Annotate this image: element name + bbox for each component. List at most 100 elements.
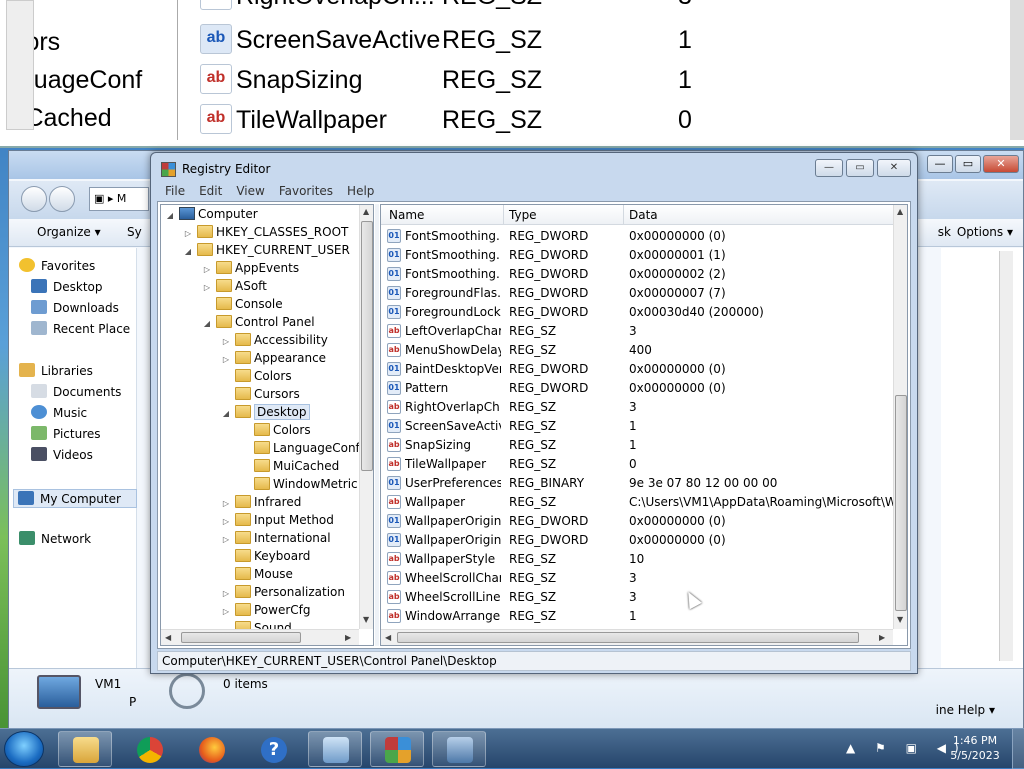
- taskbar-help[interactable]: ?: [246, 731, 300, 767]
- scroll-left-icon[interactable]: ◀: [165, 633, 171, 642]
- taskbar-chrome[interactable]: [122, 731, 176, 767]
- nav-documents[interactable]: Documents: [31, 384, 121, 399]
- nav-desktop[interactable]: Desktop: [31, 279, 103, 294]
- tree-node-input-method[interactable]: ▷ Input Method: [221, 511, 334, 529]
- menu-file[interactable]: File: [165, 181, 185, 201]
- tree-node-muicached[interactable]: MuiCached: [240, 457, 339, 475]
- taskbar-network-tool[interactable]: [432, 731, 486, 767]
- maximize-button[interactable]: ▭: [955, 155, 981, 173]
- value-row[interactable]: 01 PaintDesktopVer... REG_DWORD 0x00000000 …: [381, 360, 893, 379]
- value-row[interactable]: ab MenuShowDelay REG_SZ 400: [381, 341, 893, 360]
- forward-button[interactable]: [49, 186, 75, 212]
- nav-my-computer[interactable]: My Computer: [13, 489, 137, 508]
- taskbar-registry-editor[interactable]: [370, 731, 424, 767]
- tree-node-console[interactable]: Console: [202, 295, 283, 313]
- value-row[interactable]: ab WallpaperStyle REG_SZ 10: [381, 550, 893, 569]
- toolbar-task-button[interactable]: sk: [938, 225, 951, 239]
- column-header-name[interactable]: Name: [389, 208, 424, 222]
- nav-libraries[interactable]: Libraries: [19, 363, 93, 378]
- scrollbar-thumb[interactable]: [397, 632, 859, 643]
- value-row[interactable]: 01 Pattern REG_DWORD 0x00000000 (0): [381, 379, 893, 398]
- collapse-icon[interactable]: ◢: [165, 207, 175, 225]
- tree-node-windowmetrics[interactable]: WindowMetric: [240, 475, 358, 493]
- tree-node-desktop[interactable]: ◢ Desktop: [221, 403, 310, 421]
- scroll-up-icon[interactable]: ▲: [363, 207, 369, 216]
- collapse-icon[interactable]: ◢: [202, 315, 212, 333]
- organize-button[interactable]: Organize ▾: [37, 225, 101, 239]
- taskbar-remote-desktop[interactable]: [308, 731, 362, 767]
- value-row[interactable]: 01 ScreenSaveActive REG_SZ 1: [381, 417, 893, 436]
- value-row[interactable]: 01 UserPreferences... REG_BINARY 9e 3e 07 8…: [381, 474, 893, 493]
- tree-node-hkcr[interactable]: ▷ HKEY_CLASSES_ROOT: [183, 223, 348, 241]
- nav-music[interactable]: Music: [31, 405, 87, 420]
- menu-view[interactable]: View: [236, 181, 264, 201]
- explorer-scrollbar[interactable]: [999, 251, 1013, 661]
- maximize-button[interactable]: ▭: [846, 159, 874, 177]
- menu-favorites[interactable]: Favorites: [279, 181, 333, 201]
- menu-edit[interactable]: Edit: [199, 181, 222, 201]
- back-button[interactable]: [21, 186, 47, 212]
- tree-node-asoft[interactable]: ▷ ASoft: [202, 277, 267, 295]
- taskbar-windows-explorer[interactable]: [58, 731, 112, 767]
- collapse-icon[interactable]: ◢: [221, 405, 231, 423]
- nav-favorites[interactable]: Favorites: [19, 258, 95, 273]
- column-header-type[interactable]: Type: [509, 208, 537, 222]
- tree-node-powercfg[interactable]: ▷ PowerCfg: [221, 601, 311, 619]
- value-row[interactable]: 01 FontSmoothing... REG_DWORD 0x00000001 (1…: [381, 246, 893, 265]
- value-row[interactable]: ab WindowArrange... REG_SZ 1: [381, 607, 893, 626]
- scroll-up-icon[interactable]: ▲: [897, 207, 903, 216]
- tree-horizontal-scrollbar[interactable]: ◀ ▶: [161, 629, 359, 645]
- value-row[interactable]: ab WheelScrollLines REG_SZ 3: [381, 588, 893, 607]
- pane-splitter[interactable]: [375, 204, 379, 646]
- tree-node-colors[interactable]: Colors: [221, 367, 292, 385]
- tree-node-hkcu[interactable]: ◢ HKEY_CURRENT_USER: [183, 241, 350, 259]
- column-header-data[interactable]: Data: [629, 208, 658, 222]
- tree-node-computer[interactable]: ◢ Computer: [165, 205, 258, 223]
- value-row[interactable]: ab WheelScrollChars REG_SZ 3: [381, 569, 893, 588]
- value-row[interactable]: 01 WallpaperOriginX REG_DWORD 0x00000000 (0…: [381, 512, 893, 531]
- scroll-right-icon[interactable]: ▶: [879, 633, 885, 642]
- value-row[interactable]: 01 ForegroundLock... REG_DWORD 0x00030d40 (…: [381, 303, 893, 322]
- nav-downloads[interactable]: Downloads: [31, 300, 119, 315]
- tree-node-infrared[interactable]: ▷ Infrared: [221, 493, 301, 511]
- tree-node-cursors[interactable]: Cursors: [221, 385, 300, 403]
- minimize-button[interactable]: —: [927, 155, 953, 173]
- value-row[interactable]: 01 ForegroundFlas... REG_DWORD 0x00000007 (…: [381, 284, 893, 303]
- minimize-button[interactable]: —: [815, 159, 843, 177]
- value-row[interactable]: 01 WallpaperOriginY REG_DWORD 0x00000000 (0…: [381, 531, 893, 550]
- tree-node-accessibility[interactable]: ▷ Accessibility: [221, 331, 328, 349]
- value-row[interactable]: ab LeftOverlapChars REG_SZ 3: [381, 322, 893, 341]
- nav-videos[interactable]: Videos: [31, 447, 93, 462]
- regedit-titlebar[interactable]: Registry Editor: [161, 160, 270, 178]
- tree-node-languageconf[interactable]: LanguageConf: [240, 439, 360, 457]
- collapse-icon[interactable]: ◢: [183, 243, 193, 261]
- options-button[interactable]: Options ▾: [957, 225, 1013, 239]
- tree-node-appearance[interactable]: ▷ Appearance: [221, 349, 326, 367]
- scrollbar-thumb[interactable]: [181, 632, 301, 643]
- value-row[interactable]: ab TileWallpaper REG_SZ 0: [381, 455, 893, 474]
- value-row[interactable]: ab Wallpaper REG_SZ C:\Users\VM1\AppData\Ro…: [381, 493, 893, 512]
- value-row[interactable]: 01 FontSmoothing... REG_DWORD 0x00000000 (0…: [381, 227, 893, 246]
- close-button[interactable]: ✕: [983, 155, 1019, 173]
- tree-node-desktop-colors[interactable]: Colors: [240, 421, 311, 439]
- nav-network[interactable]: Network: [19, 531, 91, 546]
- tree-node-control-panel[interactable]: ◢ Control Panel: [202, 313, 315, 331]
- scroll-right-icon[interactable]: ▶: [345, 633, 351, 642]
- scroll-down-icon[interactable]: ▼: [897, 615, 903, 624]
- show-desktop-button[interactable]: [1012, 729, 1024, 769]
- tree-node-international[interactable]: ▷ International: [221, 529, 331, 547]
- tree-vertical-scrollbar[interactable]: ▲ ▼: [359, 205, 373, 629]
- taskbar-firefox[interactable]: [184, 731, 238, 767]
- scroll-down-icon[interactable]: ▼: [363, 615, 369, 624]
- close-button[interactable]: ✕: [877, 159, 911, 177]
- list-horizontal-scrollbar[interactable]: ◀ ▶: [381, 629, 893, 645]
- tree-node-appevents[interactable]: ▷ AppEvents: [202, 259, 299, 277]
- help-button[interactable]: ine Help ▾: [936, 703, 995, 717]
- menu-help[interactable]: Help: [347, 181, 374, 201]
- scroll-left-icon[interactable]: ◀: [385, 633, 391, 642]
- start-button[interactable]: [4, 731, 44, 767]
- nav-pictures[interactable]: Pictures: [31, 426, 101, 441]
- value-row[interactable]: ab SnapSizing REG_SZ 1: [381, 436, 893, 455]
- list-vertical-scrollbar[interactable]: ▲ ▼: [893, 205, 907, 629]
- tree-node-mouse[interactable]: Mouse: [221, 565, 293, 583]
